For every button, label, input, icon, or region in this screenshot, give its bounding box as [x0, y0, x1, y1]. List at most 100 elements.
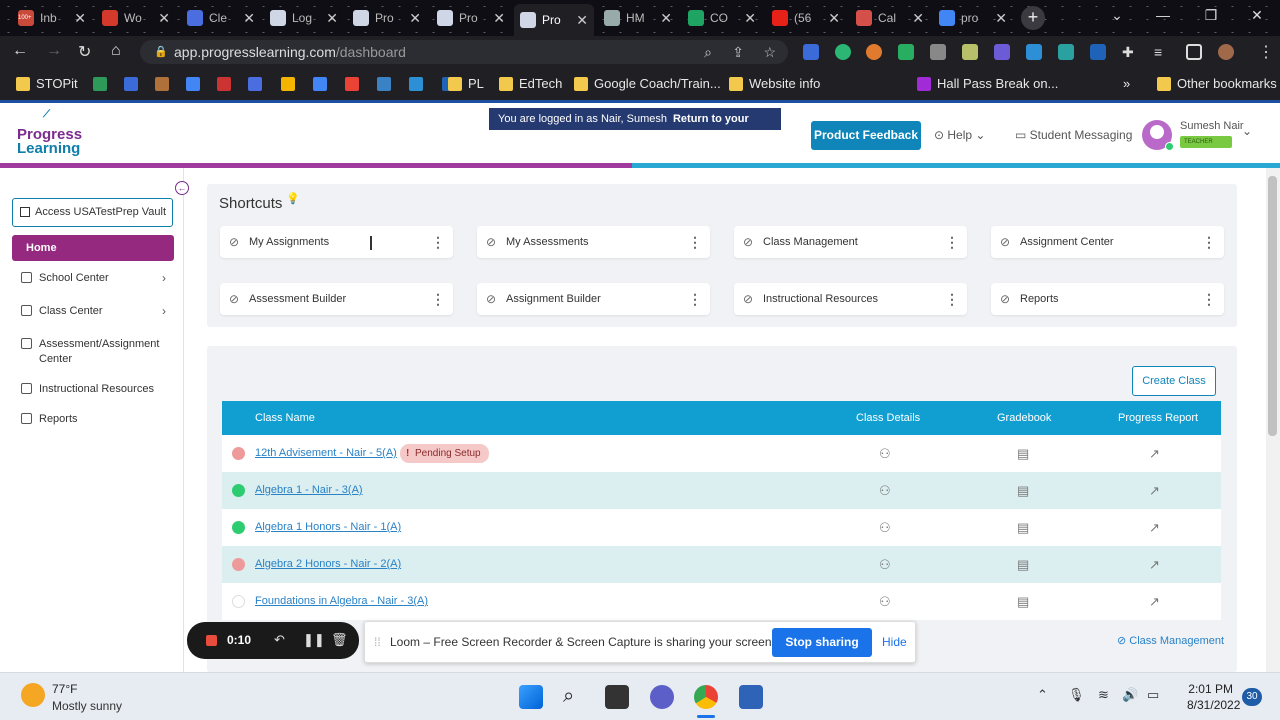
temperature[interactable]: 77°F: [52, 682, 77, 696]
more-options-icon[interactable]: ⋮: [945, 283, 959, 315]
bookmark-item[interactable]: Google Coach/Train...: [574, 76, 721, 91]
more-options-icon[interactable]: ⋮: [1202, 226, 1216, 258]
browser-tab[interactable]: Pro ✕: [431, 4, 511, 32]
more-options-icon[interactable]: ⋮: [431, 283, 445, 315]
class-name-link[interactable]: Algebra 1 - Nair - 3(A): [255, 472, 363, 509]
bookmark-item[interactable]: PL: [448, 76, 484, 91]
bookmarks-overflow-icon[interactable]: »: [1123, 76, 1130, 91]
gradebook-icon[interactable]: ▤: [1017, 583, 1029, 620]
battery-icon[interactable]: ▭: [1147, 687, 1159, 703]
shortcut-card[interactable]: ⊘ My Assignments ⋮: [220, 226, 453, 258]
close-tab-icon[interactable]: ✕: [576, 12, 588, 29]
bookmark-icon[interactable]: [313, 77, 327, 91]
browser-tab[interactable]: Cal ✕: [850, 4, 930, 32]
gradebook-icon[interactable]: ▤: [1017, 472, 1029, 509]
browser-tab[interactable]: Cle ✕: [181, 4, 261, 32]
extension-icon[interactable]: [994, 44, 1010, 60]
progress-report-icon[interactable]: ↗: [1149, 435, 1160, 472]
hide-button[interactable]: Hide: [882, 635, 907, 649]
side-panel-icon[interactable]: [1186, 44, 1202, 60]
more-options-icon[interactable]: ⋮: [431, 226, 445, 258]
wifi-icon[interactable]: ≋: [1098, 687, 1109, 703]
close-tab-icon[interactable]: ✕: [828, 10, 840, 27]
trash-icon[interactable]: 🗑: [331, 632, 348, 648]
bookmark-icon[interactable]: [186, 77, 200, 91]
bookmark-item[interactable]: EdTech: [499, 76, 562, 91]
media-control-icon[interactable]: ≡: [1154, 44, 1170, 60]
sidebar-item-school-center[interactable]: School Center ›: [12, 271, 174, 286]
chrome-icon[interactable]: [694, 685, 718, 709]
volume-icon[interactable]: 🔊: [1122, 687, 1138, 703]
close-tab-icon[interactable]: ✕: [493, 10, 505, 27]
extension-icon[interactable]: [898, 44, 914, 60]
drag-handle-icon[interactable]: ⁞⁞: [374, 635, 381, 649]
more-options-icon[interactable]: ⋮: [688, 283, 702, 315]
bookmark-item[interactable]: Other bookmarks: [1157, 76, 1277, 91]
browser-tab[interactable]: pro ✕: [933, 4, 1013, 32]
bookmark-item[interactable]: STOPit: [16, 76, 78, 91]
profile-avatar-icon[interactable]: [1218, 44, 1234, 60]
shortcut-card[interactable]: ⊘ Assignment Builder ⋮: [477, 283, 710, 315]
shortcut-card[interactable]: ⊘ Assignment Center ⋮: [991, 226, 1224, 258]
url-input[interactable]: 🔒 app.progresslearning.com/dashboard ⌕ ⇪…: [140, 40, 788, 64]
close-tab-icon[interactable]: ✕: [326, 10, 338, 27]
user-menu[interactable]: Sumesh Nair TEACHER ⌄: [1142, 118, 1252, 152]
product-feedback-button[interactable]: Product Feedback: [811, 121, 921, 150]
class-name-link[interactable]: 12th Advisement - Nair - 5(A): [255, 435, 397, 472]
share-icon[interactable]: ⇪: [732, 40, 744, 64]
minimize-icon[interactable]: —: [1140, 0, 1186, 32]
scrollbar-thumb[interactable]: [1268, 176, 1277, 436]
bookmark-icon[interactable]: [248, 77, 262, 91]
chevron-up-icon[interactable]: ⌃: [1037, 687, 1048, 703]
close-tab-icon[interactable]: ✕: [744, 10, 756, 27]
sidebar-item-reports[interactable]: Reports: [12, 412, 174, 427]
more-options-icon[interactable]: ⋮: [688, 226, 702, 258]
back-icon[interactable]: ←: [12, 42, 28, 60]
close-tab-icon[interactable]: ✕: [912, 10, 924, 27]
progress-report-icon[interactable]: ↗: [1149, 583, 1160, 620]
browser-tab[interactable]: Log ✕: [264, 4, 344, 32]
progress-report-icon[interactable]: ↗: [1149, 472, 1160, 509]
undo-icon[interactable]: ↶: [274, 632, 285, 648]
gradebook-icon[interactable]: ▤: [1017, 509, 1029, 546]
bookmark-icon[interactable]: [281, 77, 295, 91]
more-options-icon[interactable]: ⋮: [1202, 283, 1216, 315]
progress-learning-logo[interactable]: ⟋ Progress Learning: [17, 109, 82, 156]
browser-tab[interactable]: (56 ✕: [766, 4, 846, 32]
gradebook-icon[interactable]: ▤: [1017, 546, 1029, 583]
close-window-icon[interactable]: ✕: [1234, 0, 1280, 32]
extension-icon[interactable]: [930, 44, 946, 60]
access-vault-button[interactable]: Access USATestPrep Vault: [12, 198, 173, 227]
student-messaging-link[interactable]: ▭ Student Messaging: [1015, 128, 1132, 142]
weather-sun-icon[interactable]: [21, 683, 45, 707]
extension-icon[interactable]: [962, 44, 978, 60]
browser-tab[interactable]: Wo ✕: [96, 4, 176, 32]
chat-icon[interactable]: [650, 685, 674, 709]
bookmark-star-icon[interactable]: ☆: [763, 40, 776, 64]
more-options-icon[interactable]: ⋮: [945, 226, 959, 258]
sidebar-item-instructional-resources[interactable]: Instructional Resources: [12, 382, 174, 397]
close-tab-icon[interactable]: ✕: [158, 10, 170, 27]
close-tab-icon[interactable]: ✕: [74, 10, 86, 27]
zoom-icon[interactable]: ⌕: [704, 40, 712, 64]
gradebook-icon[interactable]: ▤: [1017, 435, 1029, 472]
shortcut-card[interactable]: ⊘ My Assessments ⋮: [477, 226, 710, 258]
bookmark-item[interactable]: Hall Pass Break on...: [917, 76, 1058, 91]
extensions-puzzle-icon[interactable]: ✚: [1122, 44, 1138, 60]
reload-icon[interactable]: ↻: [78, 42, 91, 62]
extension-icon[interactable]: [1058, 44, 1074, 60]
bookmark-icon[interactable]: [377, 77, 391, 91]
notification-badge[interactable]: 30: [1242, 688, 1262, 706]
bookmark-icon[interactable]: [217, 77, 231, 91]
bookmark-icon[interactable]: [93, 77, 107, 91]
extension-icon[interactable]: [866, 44, 882, 60]
new-tab-button[interactable]: +: [1021, 6, 1045, 30]
create-class-button[interactable]: Create Class: [1132, 366, 1216, 396]
forward-icon[interactable]: →: [46, 42, 62, 60]
task-view-icon[interactable]: [605, 685, 629, 709]
close-tab-icon[interactable]: ✕: [995, 10, 1007, 27]
browser-menu-icon[interactable]: ⋮: [1258, 42, 1274, 62]
class-details-icon[interactable]: ⚇: [879, 435, 891, 472]
extension-icon[interactable]: [1090, 44, 1106, 60]
notepad-icon[interactable]: [739, 685, 763, 709]
